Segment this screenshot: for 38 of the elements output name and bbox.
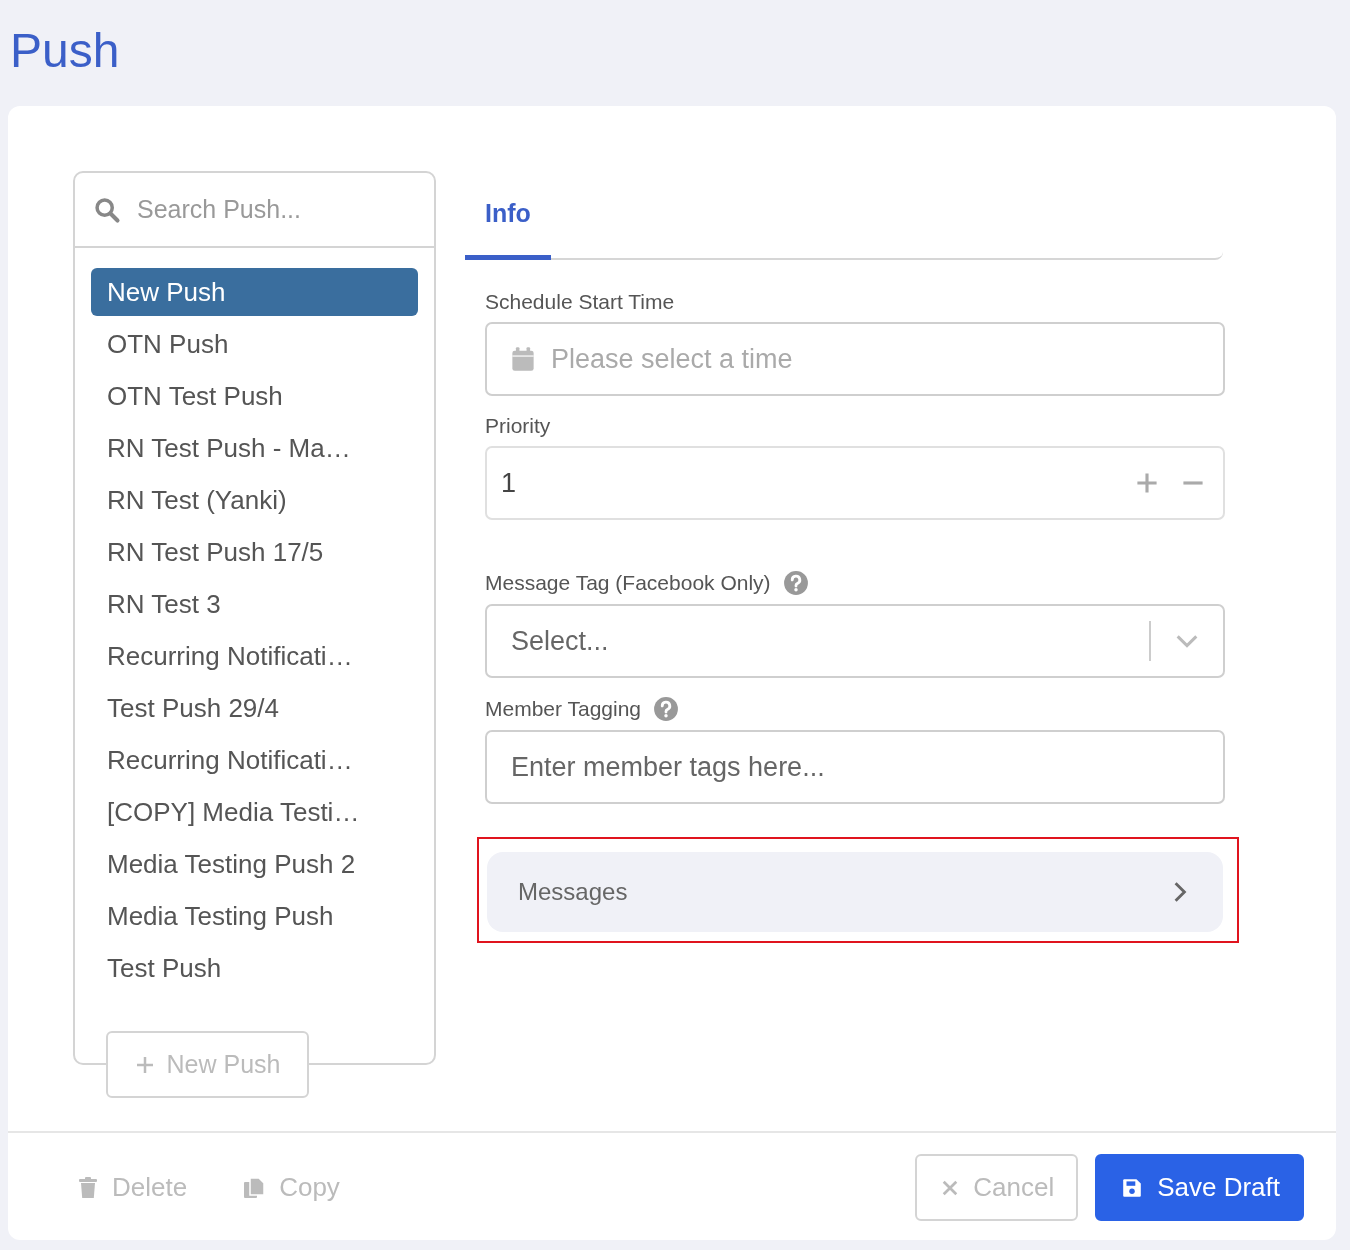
chevron-right-icon: [1173, 881, 1187, 903]
list-item[interactable]: Recurring Notificati…: [91, 632, 418, 680]
save-draft-button[interactable]: Save Draft: [1095, 1154, 1304, 1221]
field-label: Message Tag (Facebook Only): [485, 571, 771, 595]
list-item[interactable]: [COPY] Media Testi…: [91, 788, 418, 836]
search-field[interactable]: Search Push...: [135, 194, 416, 225]
tags-input-field[interactable]: Enter member tags here...: [485, 730, 1225, 804]
list-item[interactable]: RN Test Push - Ma…: [91, 424, 418, 472]
copy-icon: [243, 1176, 266, 1199]
list-item[interactable]: Recurring Notificati…: [91, 736, 418, 784]
calendar-icon: [511, 346, 535, 372]
search-icon: [93, 195, 121, 224]
tab[interactable]: Info: [465, 171, 551, 260]
field-label: Priority: [485, 414, 551, 438]
field-label: Member Tagging: [485, 697, 642, 721]
help-icon[interactable]: [782, 570, 809, 596]
messages-section-row[interactable]: Messages: [487, 852, 1223, 932]
field-label: Schedule Start Time: [485, 290, 675, 314]
plus-icon: [134, 1054, 155, 1075]
list-item[interactable]: RN Test (Yanki): [91, 476, 418, 524]
list-item[interactable]: New Push: [91, 268, 418, 316]
list-item[interactable]: RN Test Push 17/5: [91, 528, 418, 576]
help-icon[interactable]: [653, 696, 680, 722]
select-dropdown[interactable]: Select...: [485, 604, 1225, 678]
plus-icon[interactable]: [1135, 471, 1159, 495]
close-icon: [941, 1178, 960, 1197]
list-item[interactable]: Test Push: [91, 944, 418, 992]
number-field[interactable]: 1: [485, 446, 1225, 520]
page-title: Push: [9, 23, 121, 79]
list-item[interactable]: Test Push 29/4: [91, 684, 418, 732]
date-field[interactable]: Please select a time: [485, 322, 1225, 396]
list-item[interactable]: Media Testing Push 2: [91, 840, 418, 888]
list-item[interactable]: OTN Test Push: [91, 372, 418, 420]
chevron-down-icon: [1175, 634, 1199, 648]
list-item[interactable]: Media Testing Push: [91, 892, 418, 940]
trash-icon: [78, 1176, 98, 1199]
list-item[interactable]: OTN Push: [91, 320, 418, 368]
list-item[interactable]: RN Test 3: [91, 580, 418, 628]
